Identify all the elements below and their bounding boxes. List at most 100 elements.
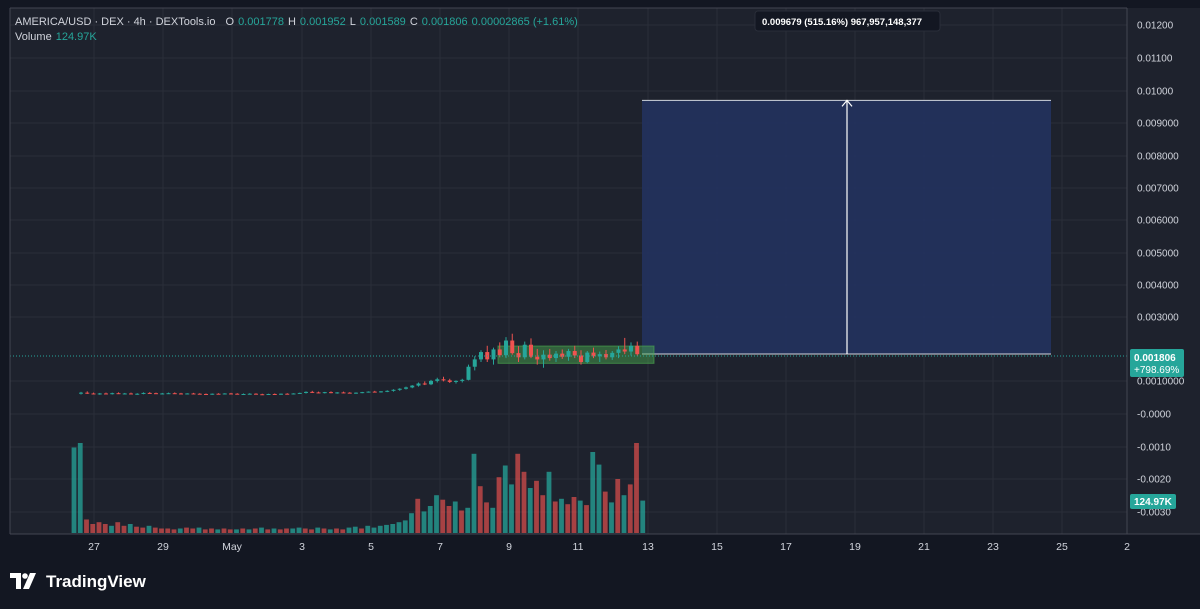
volume-bar bbox=[271, 528, 277, 533]
candle-body bbox=[441, 379, 446, 381]
candle-body bbox=[154, 393, 158, 395]
volume-bar bbox=[490, 507, 496, 533]
volume-bar bbox=[84, 519, 89, 533]
brand-name: TradingView bbox=[46, 572, 146, 591]
candle-body bbox=[516, 353, 521, 358]
candle-body bbox=[147, 392, 152, 394]
candle-body bbox=[204, 393, 208, 395]
measure-label: 0.009679 (515.16%) 967,957,148,377 bbox=[762, 17, 922, 28]
candle-body bbox=[616, 349, 621, 353]
change-value: 0.00002865 (+1.61%) bbox=[471, 16, 578, 28]
y-tick-label: -0.0030 bbox=[1137, 508, 1171, 519]
low-value: 0.001589 bbox=[359, 16, 406, 28]
x-tick-label: 17 bbox=[780, 541, 792, 553]
volume-bar bbox=[246, 529, 252, 533]
volume-bar bbox=[115, 522, 121, 533]
candle-body bbox=[304, 391, 308, 393]
price-badge-change: +798.69% bbox=[1134, 365, 1179, 376]
candle-body bbox=[85, 392, 90, 394]
volume-label[interactable]: Volume bbox=[15, 30, 52, 45]
x-tick-label: 15 bbox=[711, 541, 723, 553]
volume-bar bbox=[140, 527, 146, 533]
volume-bar bbox=[159, 528, 164, 533]
candle-body bbox=[491, 349, 496, 360]
candle-body bbox=[610, 352, 615, 358]
x-tick-label: 21 bbox=[918, 541, 930, 553]
candle-body bbox=[210, 393, 215, 395]
tradingview-logo[interactable]: TradingView bbox=[10, 572, 146, 592]
candle-body bbox=[104, 393, 108, 395]
y-tick-label: 0.009000 bbox=[1137, 119, 1179, 130]
volume-bar bbox=[559, 498, 564, 533]
low-label: L bbox=[349, 16, 356, 28]
volume-bar bbox=[340, 529, 346, 533]
candle-body bbox=[629, 345, 633, 352]
candle-body bbox=[466, 366, 471, 380]
volume-bar bbox=[284, 528, 289, 533]
volume-badge-value: 124.97K bbox=[1134, 497, 1173, 508]
y-tick-label: 0.008000 bbox=[1137, 152, 1179, 163]
x-tick-label: 13 bbox=[642, 541, 654, 553]
candle-body bbox=[397, 388, 402, 390]
volume-bar bbox=[334, 528, 339, 533]
volume-bar bbox=[527, 488, 533, 533]
volume-bar bbox=[277, 529, 283, 533]
high-label: H bbox=[287, 16, 296, 28]
x-tick-label: 19 bbox=[849, 541, 861, 553]
volume-bar bbox=[127, 524, 133, 533]
volume-bar bbox=[459, 510, 464, 533]
y-tick-label: 0.01100 bbox=[1137, 54, 1173, 65]
price-badge-price: 0.001806 bbox=[1134, 353, 1176, 364]
candle-body bbox=[316, 392, 321, 394]
candle-body bbox=[585, 352, 590, 363]
candle-body bbox=[504, 340, 508, 356]
chart[interactable]: 0.01200 0.01100 0.01000 0.009000 0.008000 0.0… bbox=[0, 0, 1200, 560]
volume-bar bbox=[377, 525, 383, 533]
volume-bar bbox=[602, 491, 608, 533]
candle-body bbox=[260, 394, 265, 396]
candle-body bbox=[422, 383, 427, 385]
candle-body bbox=[529, 344, 533, 357]
candle-body bbox=[435, 379, 440, 381]
volume-bar bbox=[415, 498, 421, 533]
candle-body bbox=[241, 393, 246, 395]
symbol-title[interactable]: AMERICA/USD · DEX · 4h · DEXTools.io bbox=[15, 15, 216, 30]
volume-bar bbox=[327, 529, 333, 533]
candle-body bbox=[510, 340, 515, 354]
x-tick-label: 29 bbox=[157, 541, 169, 553]
volume-bar bbox=[452, 501, 458, 533]
volume-bar bbox=[621, 495, 627, 533]
volume-bar bbox=[346, 527, 352, 533]
candle-body bbox=[547, 354, 552, 359]
volume-bar bbox=[521, 471, 527, 533]
y-tick-label: -0.0010 bbox=[1137, 443, 1171, 454]
volume-bar bbox=[96, 522, 102, 533]
candle-body bbox=[222, 393, 227, 395]
volume-bar bbox=[227, 529, 233, 533]
candle-body bbox=[191, 393, 196, 395]
candle-body bbox=[322, 392, 327, 394]
volume-bar bbox=[440, 499, 446, 533]
volume-bar bbox=[77, 443, 83, 533]
candle-body bbox=[460, 379, 465, 381]
volume-bar bbox=[396, 522, 402, 533]
volume-bar bbox=[321, 528, 327, 533]
close-value: 0.001806 bbox=[421, 16, 468, 28]
candle-body bbox=[272, 393, 277, 395]
candle-body bbox=[497, 349, 502, 356]
candle-body bbox=[229, 393, 233, 395]
candle-body bbox=[179, 393, 183, 395]
candle-body bbox=[472, 359, 477, 367]
volume-bar bbox=[402, 520, 408, 533]
volume-bar bbox=[309, 529, 314, 533]
x-tick-label: 25 bbox=[1056, 541, 1068, 553]
candle-body bbox=[160, 393, 165, 395]
high-value: 0.001952 bbox=[299, 16, 346, 28]
candle-body bbox=[429, 380, 433, 385]
volume-bar bbox=[252, 528, 258, 533]
volume-bar bbox=[259, 527, 264, 533]
volume-bar bbox=[471, 453, 477, 533]
volume-bar bbox=[427, 506, 433, 533]
volume-bar bbox=[109, 525, 114, 533]
candle-body bbox=[297, 392, 302, 394]
